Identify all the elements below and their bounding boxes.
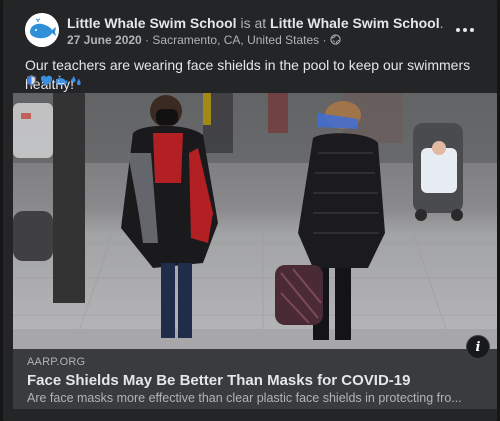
emoji-row xyxy=(25,73,83,87)
link-domain: AARP.ORG xyxy=(27,356,86,368)
link-preview[interactable]: AARP.ORG Face Shields May Be Better Than… xyxy=(13,349,497,409)
is-at-text: is at xyxy=(240,15,267,31)
shield-emoji-icon xyxy=(26,74,37,86)
meta-separator: · xyxy=(141,33,153,47)
globe-icon[interactable] xyxy=(330,34,341,45)
whale-logo-icon xyxy=(25,13,59,47)
location-link[interactable]: Little Whale Swim School xyxy=(270,15,440,31)
blue-heart-emoji-icon xyxy=(40,75,53,86)
link-description: Are face masks more effective than clear… xyxy=(27,391,462,405)
post-header: Little Whale Swim School is at Little Wh… xyxy=(23,11,477,51)
post-title: Little Whale Swim School is at Little Wh… xyxy=(67,15,444,32)
post-message: Our teachers are wearing face shields in… xyxy=(25,57,471,92)
post-place[interactable]: Sacramento, CA, United States xyxy=(152,33,319,47)
page-avatar[interactable] xyxy=(25,13,59,47)
dot-icon xyxy=(463,28,467,32)
post-card: Little Whale Swim School is at Little Wh… xyxy=(3,0,497,421)
title-suffix: . xyxy=(439,15,444,31)
droplets-emoji-icon xyxy=(71,75,81,85)
page-name-link[interactable]: Little Whale Swim School xyxy=(67,15,237,31)
link-headline[interactable]: Face Shields May Be Better Than Masks fo… xyxy=(27,372,410,389)
info-icon[interactable]: i xyxy=(466,335,490,359)
dot-icon xyxy=(456,28,460,32)
post-date-link[interactable]: 27 June 2020 xyxy=(67,33,142,47)
post-meta: 27 June 2020 · Sacramento, CA, United St… xyxy=(67,33,341,48)
street-photo-image xyxy=(13,93,497,349)
privacy-separator: · xyxy=(319,33,330,47)
dot-icon xyxy=(470,28,474,32)
link-preview-image[interactable] xyxy=(13,93,497,349)
whale-emoji-icon xyxy=(55,74,68,85)
more-options-icon[interactable] xyxy=(453,23,477,37)
